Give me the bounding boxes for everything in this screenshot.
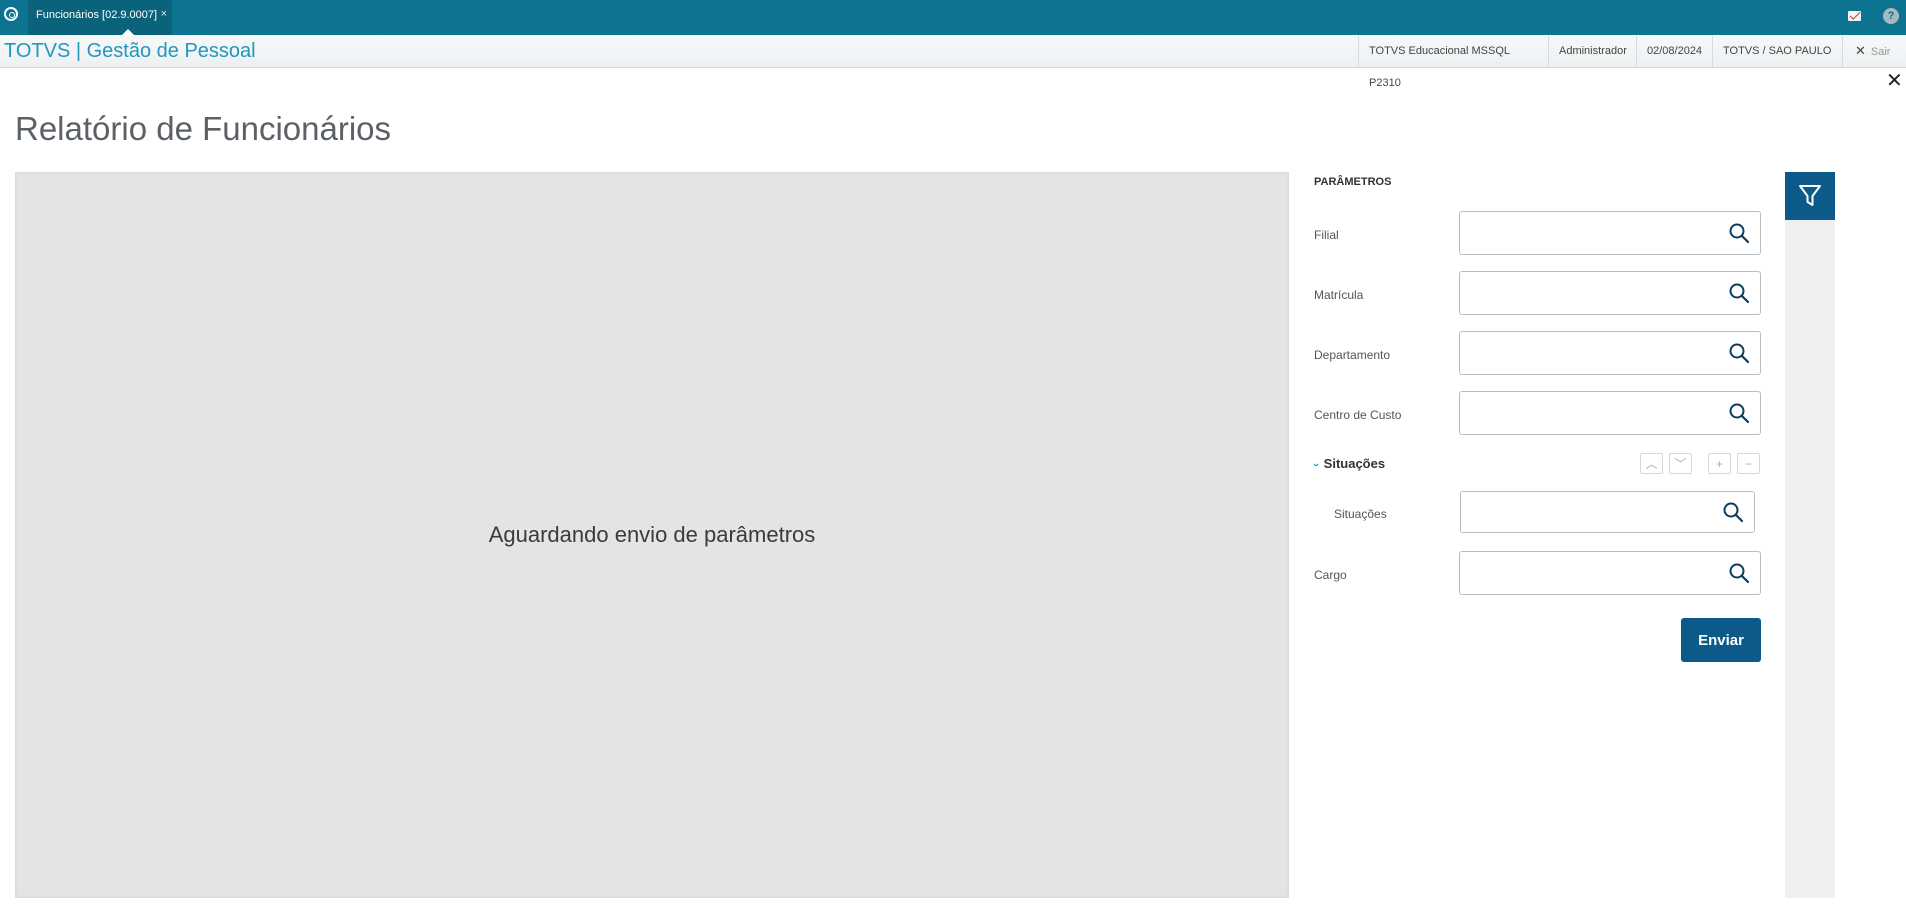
- situacoes-group-label: Situações: [1323, 456, 1386, 471]
- departamento-input[interactable]: [1468, 342, 1697, 366]
- search-icon[interactable]: [1728, 222, 1750, 244]
- field-label-centro-de-custo: Centro de Custo: [1314, 408, 1402, 422]
- situacoes-group-toggle[interactable]: › Situações: [1310, 456, 1386, 471]
- tab-funcionarios[interactable]: Funcionários [02.9.0007] ×: [28, 0, 172, 35]
- preview-message: Aguardando envio de parâmetros: [488, 522, 816, 547]
- user-info[interactable]: Administrador: [1548, 35, 1636, 67]
- exit-label: Sair: [1870, 46, 1891, 58]
- departamento-field[interactable]: [1459, 331, 1761, 375]
- field-label-situacoes: Situações: [1334, 507, 1387, 521]
- centro-de-custo-field[interactable]: [1459, 391, 1761, 435]
- remove-item-button[interactable]: −: [1737, 453, 1760, 474]
- field-label-matricula: Matrícula: [1314, 288, 1364, 302]
- totvs-logo-icon[interactable]: [4, 7, 18, 21]
- search-icon[interactable]: [1728, 342, 1750, 364]
- search-icon[interactable]: [1728, 402, 1750, 424]
- report-preview: Aguardando envio de parâmetros: [15, 172, 1289, 898]
- add-item-button[interactable]: +: [1708, 453, 1731, 474]
- filter-icon: [1799, 185, 1821, 206]
- move-up-button[interactable]: ︿: [1640, 453, 1663, 474]
- field-label-departamento: Departamento: [1314, 348, 1391, 362]
- filial-field[interactable]: [1459, 211, 1761, 255]
- params-title: PARÂMETROS: [1314, 176, 1392, 188]
- cargo-field[interactable]: [1459, 551, 1761, 595]
- situacoes-input[interactable]: [1469, 502, 1693, 526]
- help-icon[interactable]: ?: [1883, 8, 1899, 24]
- filter-toggle-button[interactable]: [1785, 172, 1835, 220]
- app-brand: TOTVS | Gestão de Pessoal: [4, 40, 256, 62]
- search-icon[interactable]: [1728, 282, 1750, 304]
- page-title: Relatório de Funcionários: [15, 110, 392, 147]
- send-button[interactable]: Enviar: [1681, 618, 1761, 662]
- field-label-cargo: Cargo: [1314, 568, 1347, 582]
- tab-close-icon[interactable]: ×: [161, 8, 167, 20]
- chevron-down-icon: ›: [1309, 463, 1322, 467]
- cargo-input[interactable]: [1468, 562, 1697, 586]
- search-icon[interactable]: [1722, 501, 1744, 523]
- search-icon[interactable]: [1728, 562, 1750, 584]
- app-header: TOTVS | Gestão de Pessoal TOTVS Educacio…: [0, 35, 1906, 89]
- close-icon: ✕: [1855, 43, 1866, 58]
- centro-de-custo-input[interactable]: [1468, 402, 1697, 426]
- move-down-button[interactable]: ﹀: [1669, 453, 1692, 474]
- top-bar: Funcionários [02.9.0007] × ?: [0, 0, 1906, 35]
- filial-input[interactable]: [1468, 222, 1697, 246]
- field-label-filial: Filial: [1314, 228, 1339, 242]
- date-info[interactable]: 02/08/2024: [1636, 35, 1712, 67]
- mail-icon[interactable]: [1848, 11, 1861, 21]
- matricula-field[interactable]: [1459, 271, 1761, 315]
- tab-label: Funcionários [02.9.0007]: [36, 9, 158, 21]
- situacoes-field[interactable]: [1460, 491, 1755, 533]
- close-page-icon[interactable]: ✕: [1886, 68, 1903, 93]
- branch-info[interactable]: TOTVS / SAO PAULO: [1712, 35, 1842, 67]
- exit-button[interactable]: ✕ Sair: [1842, 35, 1906, 67]
- context-info[interactable]: TOTVS Educacional MSSQL P2310: [1358, 35, 1548, 89]
- filter-sidebar: [1785, 172, 1835, 898]
- matricula-input[interactable]: [1468, 282, 1697, 306]
